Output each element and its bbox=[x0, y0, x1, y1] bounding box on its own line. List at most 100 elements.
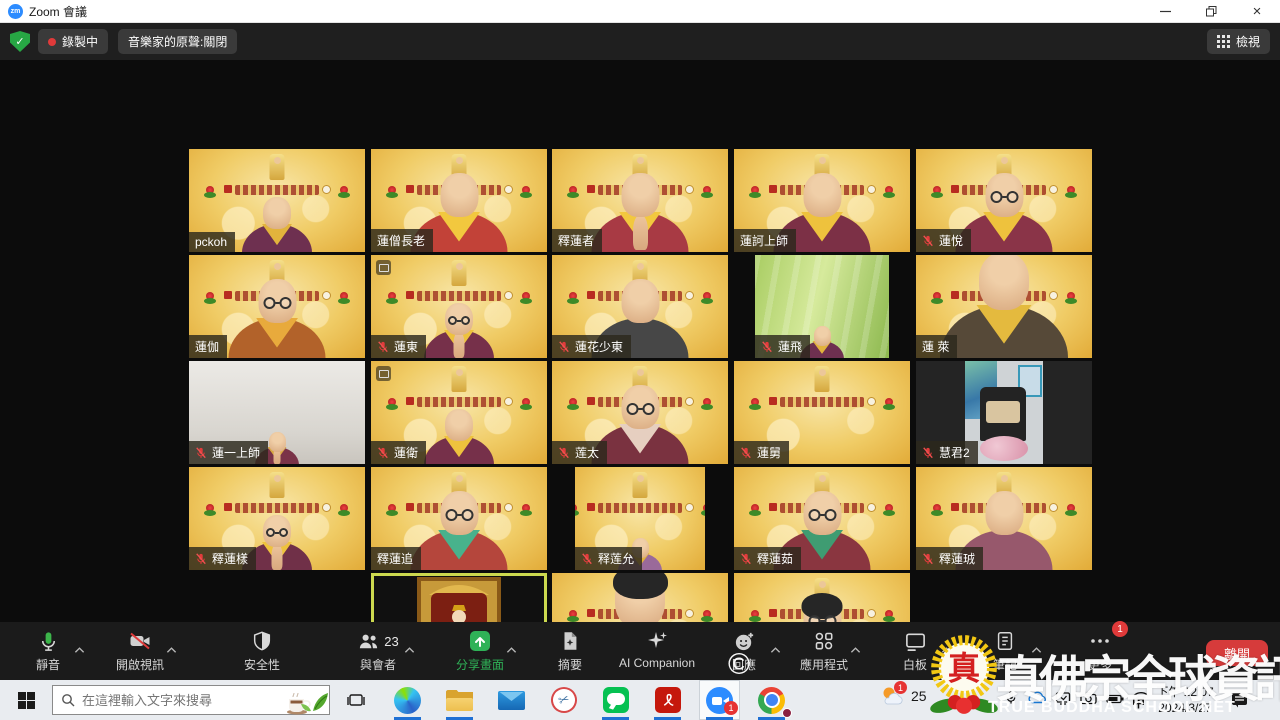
participant-person bbox=[411, 491, 508, 570]
taskbar-search[interactable] bbox=[52, 685, 330, 715]
leave-button[interactable]: 離開 bbox=[1206, 640, 1268, 666]
participant-name: 釋蓮者 bbox=[558, 232, 594, 249]
search-highlight-image[interactable] bbox=[285, 685, 329, 715]
zoom-app-icon: zm bbox=[8, 4, 23, 19]
backdrop-deity-figure bbox=[270, 154, 285, 180]
glasses bbox=[263, 297, 291, 309]
muted-mic-icon bbox=[581, 553, 593, 565]
view-button[interactable]: 檢視 bbox=[1207, 29, 1270, 54]
participant-tile[interactable]: 莲太 bbox=[552, 361, 728, 464]
start-button[interactable] bbox=[0, 680, 52, 720]
toolbar-label: 白板 bbox=[903, 656, 927, 673]
minimize-button[interactable] bbox=[1142, 0, 1188, 22]
chevron-up-icon[interactable] bbox=[74, 646, 85, 654]
person-head bbox=[803, 173, 841, 217]
toolbar-label: 更多 bbox=[1088, 656, 1112, 673]
participant-tile[interactable]: 蓮 萊 bbox=[916, 255, 1092, 358]
pin-icon[interactable] bbox=[376, 366, 391, 381]
reactions-button[interactable]: 回應 bbox=[699, 628, 789, 673]
restore-button[interactable] bbox=[1188, 0, 1234, 22]
search-input[interactable] bbox=[82, 693, 278, 708]
zoom-taskbar-button[interactable]: 1 bbox=[699, 680, 740, 720]
participant-tile[interactable]: Meeting TBF bbox=[371, 573, 547, 622]
participants-button[interactable]: 23與會者 bbox=[333, 628, 423, 673]
person-head bbox=[803, 597, 841, 622]
pin-icon[interactable] bbox=[376, 260, 391, 275]
participant-tile[interactable]: 蓮一上師 bbox=[189, 361, 365, 464]
participant-tile[interactable]: 慧君2 bbox=[916, 361, 1092, 464]
line-taskbar-button[interactable] bbox=[595, 680, 636, 720]
participant-tile[interactable]: 蓮飛 bbox=[755, 255, 889, 358]
notes-button[interactable]: 筆記 bbox=[960, 628, 1050, 673]
start-video-button[interactable]: 開啟視訊 bbox=[95, 628, 185, 673]
participant-tile[interactable]: pckoh bbox=[189, 149, 365, 252]
edge-taskbar-button[interactable] bbox=[387, 680, 428, 720]
taskbar-apps: ✂1 bbox=[376, 680, 792, 720]
chevron-up-icon[interactable] bbox=[850, 646, 861, 654]
chevron-up-icon[interactable] bbox=[166, 646, 177, 654]
participant-tile[interactable]: 釋蓮珬 bbox=[916, 467, 1092, 570]
action-center-button[interactable] bbox=[1231, 691, 1248, 713]
chrome-taskbar-button[interactable] bbox=[751, 680, 792, 720]
snipping-tool-taskbar-button[interactable]: ✂ bbox=[543, 680, 584, 720]
microphone-tray-icon[interactable] bbox=[1004, 690, 1018, 705]
participant-tile[interactable]: 蓮舅 bbox=[734, 361, 910, 464]
round-cushion bbox=[980, 436, 1028, 461]
search-icon bbox=[61, 693, 75, 707]
throne-image bbox=[401, 575, 517, 623]
participant-tile[interactable]: 釋蓮樣 bbox=[189, 467, 365, 570]
apps-button[interactable]: 應用程式 bbox=[779, 628, 869, 673]
backdrop-banner bbox=[598, 503, 682, 513]
share-screen-button[interactable]: 分享畫面 bbox=[435, 628, 525, 673]
minimize-icon bbox=[1160, 6, 1171, 17]
battery-icon[interactable] bbox=[1106, 694, 1124, 704]
mute-button[interactable]: 靜音 bbox=[3, 628, 93, 673]
participant-tile[interactable]: 蓮衛 bbox=[371, 361, 547, 464]
mail-taskbar-button[interactable] bbox=[491, 680, 532, 720]
flower-decoration-icon bbox=[386, 292, 398, 305]
backdrop-emblem-right bbox=[867, 397, 876, 406]
chevron-up-icon[interactable] bbox=[1031, 646, 1042, 654]
chevron-up-icon[interactable] bbox=[506, 646, 517, 654]
participant-tile[interactable]: 释莲允 bbox=[575, 467, 705, 570]
encryption-shield-icon[interactable]: ✓ bbox=[10, 31, 30, 52]
taskbar-clock[interactable]: 下午 12:07 2024/3/27 bbox=[1150, 684, 1220, 716]
taskbar-weather[interactable]: 1 25 bbox=[880, 685, 927, 706]
window-title: Zoom 會議 bbox=[29, 3, 87, 20]
camera-tray-icon[interactable] bbox=[1080, 691, 1097, 705]
chevron-up-icon[interactable] bbox=[941, 646, 952, 654]
participant-tile[interactable]: 蓮東 bbox=[371, 255, 547, 358]
more-button[interactable]: 1更多 bbox=[1055, 628, 1145, 673]
participant-name: 釋蓮樣 bbox=[212, 550, 248, 567]
participant-tile[interactable]: Gladys bbox=[552, 573, 728, 622]
participant-tile[interactable]: 蓮訶上師 bbox=[734, 149, 910, 252]
security-button[interactable]: 安全性 bbox=[217, 628, 307, 673]
participant-tile[interactable]: 蓮伽 bbox=[189, 255, 365, 358]
chevron-up-icon[interactable] bbox=[404, 646, 415, 654]
whiteboard-button[interactable]: 白板 bbox=[870, 628, 960, 673]
task-view-button[interactable] bbox=[336, 680, 376, 720]
participant-tile[interactable]: 蓮悅 bbox=[916, 149, 1092, 252]
onedrive-icon[interactable] bbox=[1027, 691, 1046, 704]
screen-cast-icon[interactable] bbox=[1055, 691, 1071, 705]
participant-nametag: 蓮東 bbox=[371, 335, 426, 358]
participant-tile[interactable]: 细妹讲师 bbox=[734, 573, 910, 622]
backdrop-emblem-left bbox=[224, 503, 232, 511]
participant-tile[interactable]: 蓮僧長老 bbox=[371, 149, 547, 252]
participant-tile[interactable]: 釋蓮者 bbox=[552, 149, 728, 252]
acrobat-taskbar-button[interactable] bbox=[647, 680, 688, 720]
participant-tile[interactable]: 釋蓮追 bbox=[371, 467, 547, 570]
muted-mic-icon bbox=[922, 235, 934, 247]
recording-indicator[interactable]: 錄製中 bbox=[38, 29, 108, 54]
participant-nametag: 釋蓮樣 bbox=[189, 547, 256, 570]
recording-label: 錄製中 bbox=[62, 33, 98, 50]
participant-tile[interactable]: 釋蓮茹 bbox=[734, 467, 910, 570]
original-sound-button[interactable]: 音樂家的原聲:關閉 bbox=[118, 29, 237, 54]
clock-time: 下午 12:07 bbox=[1150, 684, 1220, 700]
flower-decoration-icon bbox=[338, 186, 350, 199]
ime-indicator[interactable]: 中 bbox=[1132, 692, 1145, 711]
participant-tile[interactable]: 蓮花少東 bbox=[552, 255, 728, 358]
file-explorer-taskbar-button[interactable] bbox=[439, 680, 480, 720]
close-button[interactable]: × bbox=[1234, 0, 1280, 22]
flower-decoration-icon bbox=[931, 504, 943, 517]
